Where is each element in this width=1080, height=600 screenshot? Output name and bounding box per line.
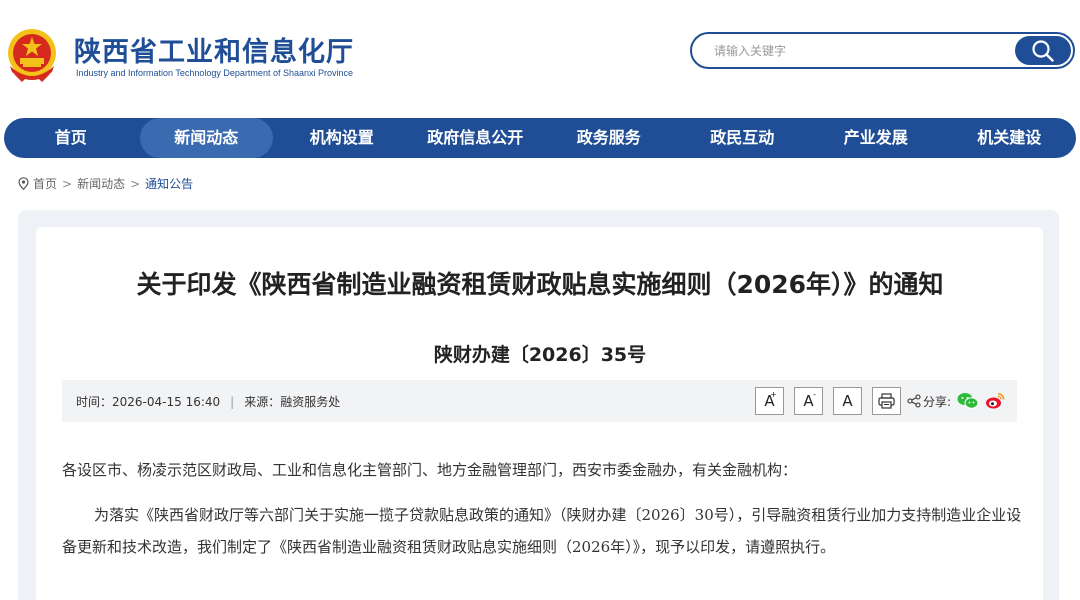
share-text: 分享: (922, 394, 951, 409)
share-weibo-button[interactable] (985, 392, 1005, 410)
print-button[interactable] (871, 387, 901, 415)
nav-item-news[interactable]: 新闻动态 (139, 118, 273, 158)
nav-item-gov-info[interactable]: 政府信息公开 (409, 118, 543, 158)
breadcrumb-current-link[interactable]: 通知公告 (145, 175, 193, 192)
nav-item-organization[interactable]: 机构设置 (275, 118, 409, 158)
wechat-icon (957, 393, 979, 409)
site-subtitle: Industry and Information Technology Depa… (76, 68, 353, 78)
font-default-label: A (842, 392, 853, 410)
site-title: 陕西省工业和信息化厅 (74, 37, 354, 68)
document-number: 陕财办建〔2026〕35号 (433, 344, 647, 366)
breadcrumb-news-link[interactable]: 新闻动态 (77, 175, 125, 192)
article-meta-bar: 时间：2026-04-15 16:40 | 来源：融资服务处 A + A- A 分享: (62, 380, 1017, 422)
nav-item-party-building[interactable]: 机关建设 (943, 118, 1077, 158)
share-icon (907, 394, 921, 408)
font-increase-button[interactable]: A + (754, 387, 784, 415)
publish-time: 2026-04-15 16:40 (112, 395, 221, 409)
minus-icon: - (813, 390, 816, 399)
article-paragraph-body: 为落实《陕西省财政厅等六部门关于实施一揽子贷款贴息政策的通知》（陕财办建〔202… (62, 506, 1022, 556)
share-label: 分享: (907, 393, 951, 410)
nav-item-industry[interactable]: 产业发展 (809, 118, 943, 158)
weibo-icon (986, 393, 1005, 409)
time-label: 时间： (76, 395, 113, 409)
nav-item-gov-service[interactable]: 政务服务 (542, 118, 676, 158)
search-icon (1032, 40, 1054, 62)
national-emblem-icon (8, 29, 56, 82)
meta-divider: | (230, 395, 235, 409)
font-decrease-button[interactable]: A- (793, 387, 823, 415)
source-label: 来源： (244, 395, 281, 409)
font-default-button[interactable]: A (832, 387, 862, 415)
nav-item-interaction[interactable]: 政民互动 (676, 118, 810, 158)
main-nav: 首页 新闻动态 机构设置 政府信息公开 政务服务 政民互动 产业发展 机关建设 (4, 118, 1076, 158)
search-input[interactable] (714, 41, 1004, 61)
breadcrumb-separator: > (62, 176, 73, 191)
nav-item-home[interactable]: 首页 (4, 118, 138, 158)
breadcrumb: 首页 > 新闻动态 > 通知公告 (18, 175, 193, 192)
source-value: 融资服务处 (280, 395, 341, 409)
plus-icon: + (770, 390, 777, 399)
article-tools: A + A- A 分享: (754, 387, 1011, 415)
search-button[interactable] (1015, 36, 1071, 65)
article-paragraph-salutation: 各设区市、杨凌示范区财政局、工业和信息化主管部门、地方金融管理部门，西安市委金融… (62, 461, 798, 479)
article-title: 关于印发《陕西省制造业融资租赁财政贴息实施细则（2026年）》的通知 (136, 270, 944, 299)
site-header: 陕西省工业和信息化厅 Industry and Information Tech… (0, 0, 1080, 110)
share-wechat-button[interactable] (957, 392, 979, 410)
breadcrumb-separator: > (130, 176, 141, 191)
article-meta: 时间：2026-04-15 16:40 | 来源：融资服务处 (76, 393, 340, 410)
printer-icon (878, 393, 895, 409)
breadcrumb-home-link[interactable]: 首页 (33, 175, 57, 192)
font-decrease-label: A (803, 392, 814, 410)
search-box (690, 32, 1075, 69)
location-pin-icon (18, 177, 29, 190)
